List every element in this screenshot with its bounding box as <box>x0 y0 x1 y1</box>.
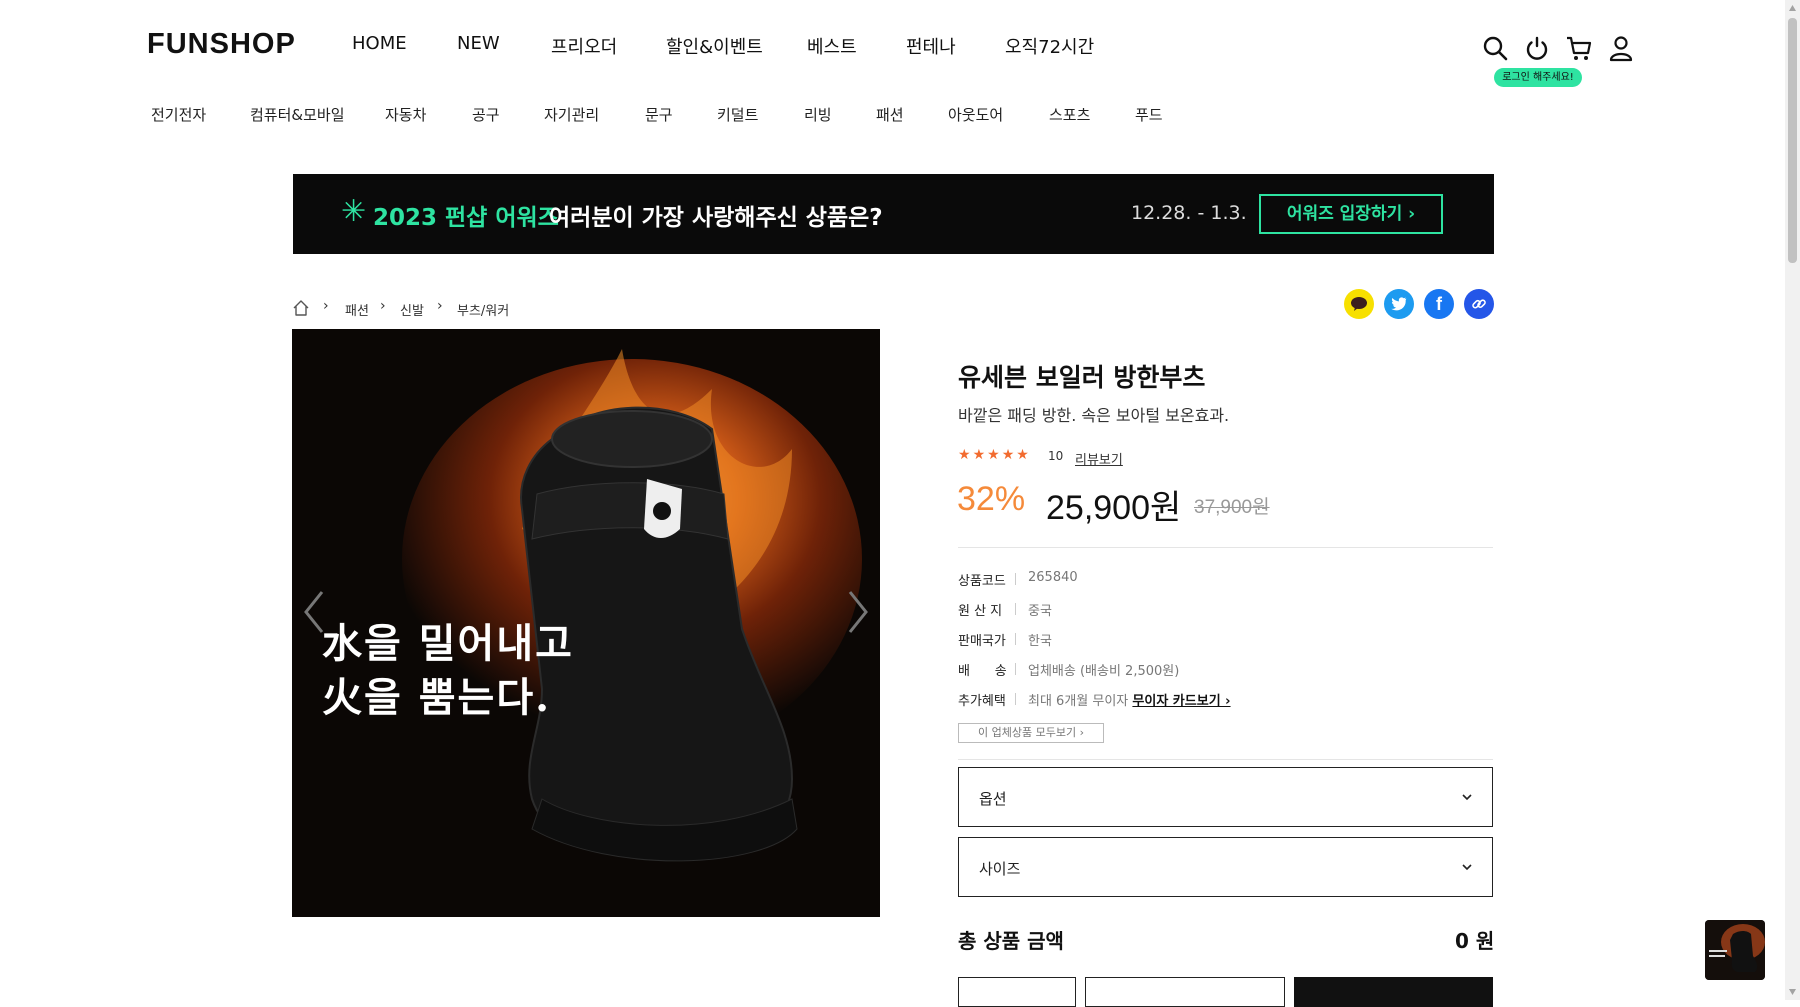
twitter-icon[interactable] <box>1384 289 1414 319</box>
product-description: 바깥은 패딩 방한. 속은 보아털 보온효과. <box>958 406 1230 425</box>
star-icon: ★ <box>958 447 973 463</box>
cart-button[interactable] <box>1085 977 1285 1007</box>
category-tools[interactable]: 공구 <box>472 104 500 125</box>
divider <box>958 547 1493 548</box>
gnb-new[interactable]: NEW <box>457 33 500 54</box>
option-select[interactable]: 옵션 <box>958 767 1493 827</box>
breadcrumb-shoes[interactable]: 신발 <box>400 300 424 319</box>
home-icon[interactable] <box>292 299 310 317</box>
spec-separator <box>1015 633 1016 645</box>
cart-icon[interactable] <box>1565 34 1593 62</box>
chevron-right-icon: › <box>380 298 386 314</box>
wishlist-button[interactable] <box>958 977 1076 1007</box>
spec-value-origin: 중국 <box>1028 604 1052 619</box>
carousel-prev-arrow[interactable] <box>300 587 330 637</box>
total-amount-label: 총 상품 금액 <box>958 929 1064 953</box>
original-price: 37,900원 <box>1194 497 1270 518</box>
review-link[interactable]: 리뷰보기 <box>1075 449 1123 468</box>
sale-price: 25,900원 <box>1046 489 1182 527</box>
rating-stars: ★★★★★ <box>958 447 1031 463</box>
category-car[interactable]: 자동차 <box>385 104 426 125</box>
product-image[interactable]: 水을 밀어내고 火을 뿜는다. <box>292 329 880 917</box>
star-icon: ★ <box>1016 447 1031 463</box>
size-select-label: 사이즈 <box>979 860 1021 878</box>
spec-separator <box>1015 603 1016 615</box>
gnb-sale-event[interactable]: 할인&이벤트 <box>666 33 763 59</box>
category-stationery[interactable]: 문구 <box>645 104 673 125</box>
awards-enter-button[interactable]: 어워즈 입장하기 › <box>1259 194 1443 234</box>
spec-value-benefit: 최대 6개월 무이자 무이자 카드보기 › <box>1028 690 1231 709</box>
category-kidult[interactable]: 키덜트 <box>717 104 758 125</box>
product-title: 유세븐 보일러 방한부츠 <box>958 363 1206 392</box>
category-food[interactable]: 푸드 <box>1135 104 1163 125</box>
spec-value-shipping: 업체배송 (배송비 2,500원) <box>1028 664 1180 679</box>
gnb-only72[interactable]: 오직72시간 <box>1005 33 1094 59</box>
breadcrumb-boots[interactable]: 부츠/워커 <box>457 300 509 319</box>
divider <box>958 759 1493 760</box>
chevron-down-icon <box>1462 864 1472 871</box>
spec-key-benefit: 추가혜택 <box>958 694 1006 709</box>
benefit-text: 최대 6개월 무이자 <box>1028 694 1129 709</box>
page-scrollbar[interactable] <box>1785 0 1800 1000</box>
chevron-right-icon: › <box>323 298 329 314</box>
carousel-next-arrow[interactable] <box>842 587 872 637</box>
scroll-down-icon[interactable] <box>1788 988 1797 996</box>
gnb-funtenna[interactable]: 펀테나 <box>906 33 956 59</box>
review-count: 10 <box>1048 449 1064 463</box>
size-select[interactable]: 사이즈 <box>958 837 1493 897</box>
facebook-icon[interactable]: f <box>1424 289 1454 319</box>
chevron-down-icon <box>1462 794 1472 801</box>
gnb-preorder[interactable]: 프리오더 <box>551 33 617 59</box>
user-icon[interactable] <box>1607 34 1635 62</box>
awards-banner[interactable]: ✳ 2023 펀샵 어워즈 여러분이 가장 사랑해주신 상품은? 12.28. … <box>293 174 1494 254</box>
star-icon: ★ <box>972 447 988 463</box>
spec-separator <box>1015 693 1016 705</box>
gnb-best[interactable]: 베스트 <box>807 33 857 59</box>
category-fashion[interactable]: 패션 <box>876 104 904 125</box>
logo[interactable]: FUNSHOP <box>147 28 296 61</box>
breadcrumb-fashion[interactable]: 패션 <box>345 300 369 319</box>
gnb-home[interactable]: HOME <box>352 33 407 54</box>
search-icon[interactable] <box>1481 34 1509 62</box>
spec-key-origin: 원 산 지 <box>958 604 1003 619</box>
product-page: FUNSHOP HOME NEW 프리오더 할인&이벤트 베스트 펀테나 오직7… <box>0 0 1785 1007</box>
banner-date: 12.28. - 1.3. <box>1131 202 1247 224</box>
discount-rate: 32% <box>957 480 1026 518</box>
chevron-right-icon: › <box>437 298 443 314</box>
spec-separator <box>1015 663 1016 675</box>
login-badge[interactable]: 로그인 해주세요! <box>1494 68 1582 87</box>
category-living[interactable]: 리빙 <box>804 104 832 125</box>
spec-key-shipping: 배 송 <box>958 664 1007 679</box>
star-icon: ★ <box>987 447 1002 463</box>
buy-now-button[interactable] <box>1294 977 1493 1007</box>
banner-subtitle: 여러분이 가장 사랑해주신 상품은? <box>549 205 883 231</box>
link-icon[interactable] <box>1464 289 1494 319</box>
category-computer-mobile[interactable]: 컴퓨터&모바일 <box>250 104 345 125</box>
spec-value-code: 265840 <box>1028 570 1078 585</box>
category-outdoor[interactable]: 아웃도어 <box>948 104 1003 125</box>
category-sports[interactable]: 스포츠 <box>1049 104 1090 125</box>
total-amount-value: 0 원 <box>1455 929 1495 953</box>
kakao-icon[interactable] <box>1344 289 1374 319</box>
product-image-caption: 水을 밀어내고 火을 뿜는다. <box>322 620 574 721</box>
spec-value-country: 한국 <box>1028 634 1052 649</box>
interest-free-card-link[interactable]: 무이자 카드보기 › <box>1132 694 1230 709</box>
banner-title: 2023 펀샵 어워즈 <box>373 205 559 231</box>
star-icon: ★ <box>1001 447 1017 463</box>
boot-thumbnail <box>1705 920 1765 980</box>
category-electronics[interactable]: 전기전자 <box>151 104 206 125</box>
vendor-all-products-button[interactable]: 이 업체상품 모두보기 › <box>958 723 1104 743</box>
spec-key-code: 상품코드 <box>958 574 1006 589</box>
star-icon: ✳ <box>341 194 367 229</box>
spec-separator <box>1015 573 1016 585</box>
scroll-up-icon[interactable] <box>1788 4 1797 12</box>
category-selfcare[interactable]: 자기관리 <box>544 104 599 125</box>
spec-key-country: 판매국가 <box>958 634 1006 649</box>
recent-product-thumbnail[interactable] <box>1705 920 1765 980</box>
scrollbar-thumb[interactable] <box>1788 18 1797 263</box>
power-icon[interactable] <box>1523 34 1551 62</box>
option-select-label: 옵션 <box>979 790 1007 808</box>
